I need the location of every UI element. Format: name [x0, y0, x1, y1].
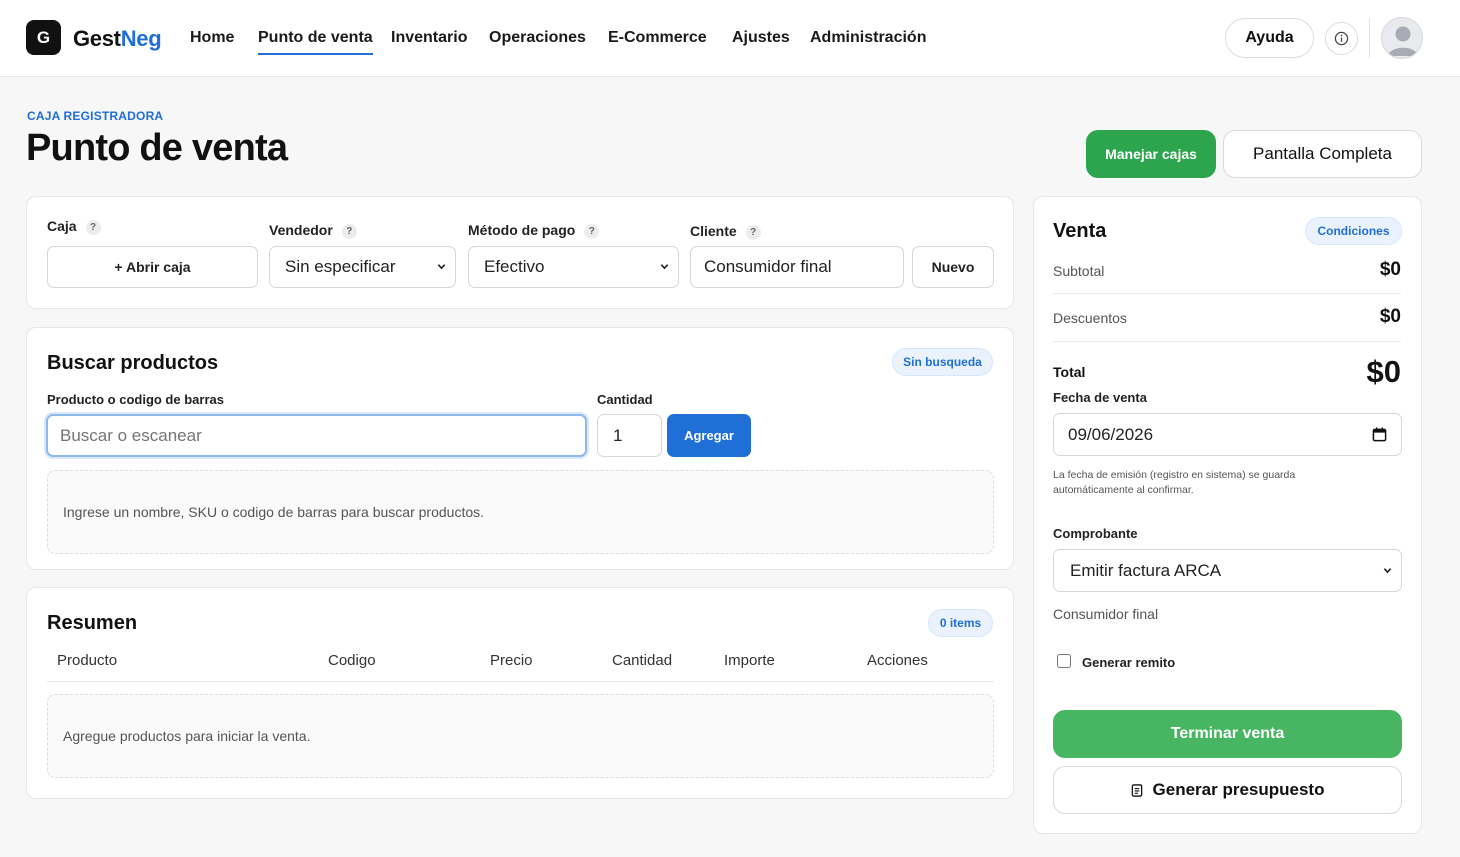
- subtotal-label: Subtotal: [1053, 263, 1105, 279]
- page-title: Punto de venta: [26, 127, 288, 169]
- column-header-codigo[interactable]: Codigo: [328, 652, 376, 669]
- user-avatar-icon: [1388, 26, 1418, 56]
- help-icon[interactable]: ?: [584, 224, 600, 239]
- new-client-button[interactable]: Nuevo: [912, 246, 994, 288]
- table-header-divider: [47, 681, 994, 682]
- sale-title: Venta: [1053, 220, 1107, 242]
- sale-date-value: 09/06/2026: [1068, 424, 1154, 444]
- quantity-label: Cantidad: [597, 392, 653, 407]
- open-register-button[interactable]: + Abrir caja: [47, 246, 258, 288]
- column-header-acciones[interactable]: Acciones: [867, 652, 928, 669]
- voucher-label: Comprobante: [1053, 526, 1138, 541]
- vendedor-label: Vendedor?: [269, 222, 357, 239]
- help-icon[interactable]: ?: [85, 220, 101, 235]
- total-value: $0: [1366, 354, 1401, 389]
- voucher-select[interactable]: Emitir factura ARCA: [1053, 549, 1402, 592]
- vendedor-select-value: Sin especificar: [285, 257, 396, 276]
- nav-divider: [1369, 18, 1370, 58]
- calendar-icon[interactable]: [1372, 427, 1387, 442]
- caja-label-text: Caja: [47, 218, 77, 234]
- vendedor-select[interactable]: Sin especificar: [269, 246, 456, 288]
- add-product-button[interactable]: Agregar: [667, 414, 751, 457]
- voucher-client-text: Consumidor final: [1053, 606, 1159, 622]
- search-empty-state: Ingrese un nombre, SKU o codigo de barra…: [47, 470, 994, 554]
- page-eyebrow: CAJA REGISTRADORA: [27, 109, 164, 123]
- nav-item-operaciones[interactable]: Operaciones: [489, 29, 586, 47]
- column-header-importe[interactable]: Importe: [724, 652, 775, 669]
- brand-part-1: Gest: [73, 26, 121, 51]
- search-status-badge: Sin busqueda: [892, 348, 993, 376]
- manage-cash-registers-button[interactable]: Manejar cajas: [1086, 130, 1216, 178]
- fullscreen-button[interactable]: Pantalla Completa: [1223, 130, 1422, 178]
- nav-item-ecommerce[interactable]: E-Commerce: [608, 29, 707, 47]
- quantity-input[interactable]: 1: [597, 414, 662, 457]
- column-header-producto[interactable]: Producto: [57, 652, 117, 669]
- summary-divider: [1053, 341, 1401, 342]
- help-button[interactable]: Ayuda: [1225, 18, 1314, 58]
- remito-checkbox[interactable]: [1057, 654, 1071, 668]
- summary-empty-state: Agregue productos para iniciar la venta.: [47, 694, 994, 778]
- discounts-label: Descuentos: [1053, 310, 1127, 326]
- chevron-down-icon: [1383, 568, 1392, 574]
- top-navbar: G GestNeg Home Punto de venta Inventario…: [0, 0, 1460, 77]
- generate-budget-button[interactable]: Generar presupuesto: [1053, 766, 1402, 814]
- summary-section-title: Resumen: [47, 612, 138, 634]
- cliente-label-text: Cliente: [690, 223, 737, 239]
- info-icon: [1334, 31, 1349, 46]
- sale-date-note: La fecha de emisión (registro en sistema…: [1053, 469, 1296, 496]
- brand-part-2: Neg: [120, 26, 162, 51]
- avatar[interactable]: [1381, 17, 1423, 59]
- discounts-value: $0: [1379, 306, 1401, 327]
- column-header-precio[interactable]: Precio: [490, 652, 533, 669]
- sale-date-input[interactable]: 09/06/2026: [1053, 413, 1402, 456]
- document-icon: [1131, 783, 1142, 797]
- total-label: Total: [1053, 364, 1086, 380]
- logo-icon[interactable]: G: [26, 20, 61, 55]
- caja-label: Caja?: [47, 218, 101, 235]
- cliente-label: Cliente?: [690, 223, 761, 240]
- column-header-cantidad[interactable]: Cantidad: [612, 652, 672, 669]
- sale-date-label: Fecha de venta: [1053, 390, 1147, 405]
- chevron-down-icon: [437, 264, 446, 270]
- help-icon[interactable]: ?: [341, 224, 357, 239]
- product-field-label: Producto o codigo de barras: [47, 392, 224, 407]
- generate-budget-label: Generar presupuesto: [1152, 780, 1325, 799]
- help-icon[interactable]: ?: [745, 225, 761, 240]
- product-search-input[interactable]: [46, 414, 587, 457]
- metodo-pago-label: Método de pago?: [468, 222, 600, 239]
- subtotal-value: $0: [1379, 259, 1401, 280]
- conditions-badge[interactable]: Condiciones: [1305, 217, 1402, 245]
- cliente-input[interactable]: Consumidor final: [690, 246, 904, 288]
- metodo-pago-label-text: Método de pago: [468, 222, 576, 238]
- items-count-badge: 0 items: [928, 609, 993, 637]
- nav-item-ajustes[interactable]: Ajustes: [732, 29, 790, 47]
- brand-name[interactable]: GestNeg: [73, 26, 162, 52]
- voucher-select-value: Emitir factura ARCA: [1070, 560, 1222, 580]
- remito-label[interactable]: Generar remito: [1082, 655, 1175, 670]
- nav-item-punto-de-venta[interactable]: Punto de venta: [258, 29, 373, 55]
- search-section-title: Buscar productos: [47, 352, 219, 374]
- nav-item-inventario[interactable]: Inventario: [391, 29, 467, 47]
- metodo-pago-select-value: Efectivo: [484, 257, 545, 276]
- finish-sale-button[interactable]: Terminar venta: [1053, 710, 1402, 758]
- summary-divider: [1053, 293, 1401, 294]
- metodo-pago-select[interactable]: Efectivo: [468, 246, 679, 288]
- info-button[interactable]: [1325, 22, 1358, 55]
- vendedor-label-text: Vendedor: [269, 222, 333, 238]
- nav-item-home[interactable]: Home: [190, 29, 234, 47]
- chevron-down-icon: [660, 264, 669, 270]
- nav-item-administracion[interactable]: Administración: [810, 29, 926, 47]
